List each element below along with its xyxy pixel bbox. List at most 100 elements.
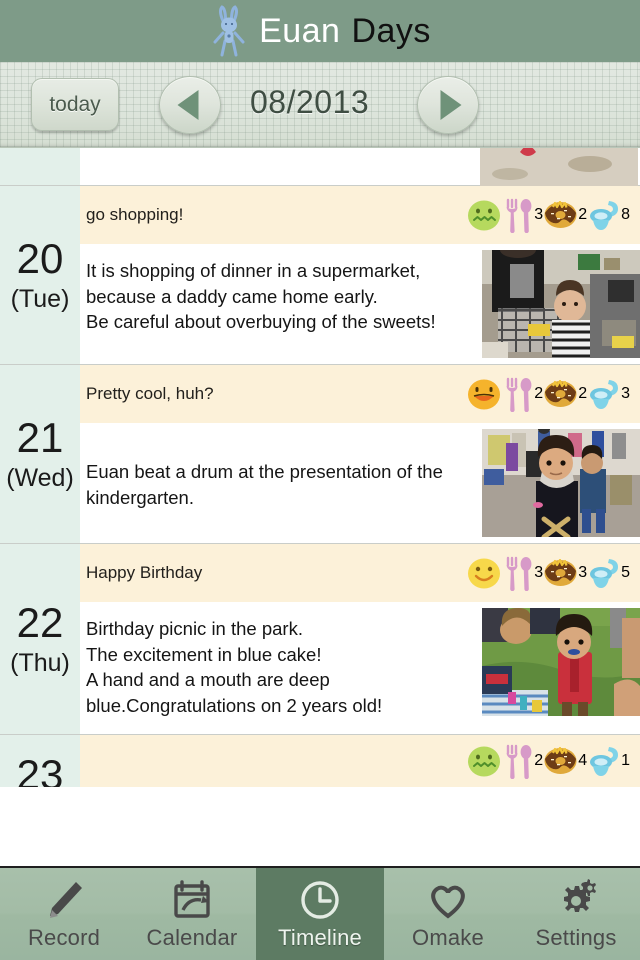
calendar-icon (166, 877, 218, 923)
tab-omake[interactable]: Omake (384, 868, 512, 960)
toilet-icon (587, 199, 621, 232)
entry-text-line: Euan beat a drum at the presentation of … (86, 461, 443, 482)
month-toolbar: today 08/2013 (0, 62, 640, 148)
tab-settings[interactable]: Settings (512, 868, 640, 960)
next-month-button[interactable] (417, 76, 479, 134)
entry-title: Happy Birthday (86, 563, 203, 582)
snack-count: 3 (578, 564, 588, 581)
entry-summary-bar[interactable]: 2 4 1 (80, 735, 640, 787)
meal-count: 2 (534, 385, 544, 402)
entry-text: It is shopping of dinner in a supermarke… (80, 244, 480, 364)
tab-label: Settings (535, 925, 617, 950)
entry-title: Pretty cool, huh? (86, 384, 214, 403)
donut-icon (543, 558, 578, 587)
today-button[interactable]: today (31, 78, 119, 131)
entry-text-line: kindergarten. (86, 486, 194, 508)
toilet-count: 5 (621, 564, 630, 581)
date-day-of-week: (Wed) (6, 464, 74, 492)
mood-face-icon (466, 745, 502, 778)
birthday-picnic-photo[interactable] (482, 608, 640, 716)
app-title: Euan Days (259, 12, 431, 51)
tab-label: Omake (412, 925, 484, 950)
toilet-count: 8 (621, 206, 630, 223)
partial-next-entry[interactable]: 23 2 4 1 (0, 735, 640, 787)
entry-content: Happy Birthday 3 3 5 Birthday picnic in … (80, 544, 640, 734)
entry-photo-wrap (480, 423, 640, 543)
entry-summary-bar[interactable]: Pretty cool, huh? 2 2 3 (80, 365, 640, 423)
date-column (0, 148, 80, 185)
snack-count: 4 (578, 752, 588, 769)
entry-detail: It is shopping of dinner in a supermarke… (80, 244, 640, 364)
meal-count: 2 (534, 752, 544, 769)
entry-text-line: blue.Congratulations on 2 years old! (86, 694, 383, 716)
supermarket-cart-photo[interactable] (482, 250, 640, 358)
tab-calendar[interactable]: Calendar (128, 868, 256, 960)
date-column: 23 (0, 735, 80, 787)
title-bar: Euan Days (0, 0, 640, 62)
meal-count: 3 (534, 564, 544, 581)
mood-face-icon (466, 378, 502, 411)
left-triangle-icon (177, 90, 199, 120)
donut-icon (543, 746, 578, 775)
entry-title: go shopping! (86, 205, 184, 224)
fork-spoon-icon (503, 377, 534, 412)
date-day-number: 23 (16, 751, 64, 788)
tab-timeline[interactable]: Timeline (256, 868, 384, 960)
gears-icon (550, 877, 602, 923)
rabbit-icon (209, 5, 249, 57)
entry-stats: 3 3 5 (466, 556, 634, 591)
toilet-count: 3 (621, 385, 630, 402)
timeline-entry[interactable]: 21 (Wed) Pretty cool, huh? 2 2 3 Euan be… (0, 365, 640, 544)
clock-icon (294, 877, 346, 923)
date-column: 21 (Wed) (0, 365, 80, 543)
tab-label: Calendar (146, 925, 238, 950)
toilet-icon (587, 557, 621, 590)
beach-photo[interactable] (480, 148, 638, 190)
snack-count: 2 (578, 206, 588, 223)
fork-spoon-icon (503, 744, 534, 779)
child-name: Euan (259, 11, 341, 50)
tab-bar: Record Calendar Timeline Omake Settings (0, 866, 640, 960)
toilet-icon (587, 745, 621, 778)
app-name: Days (351, 11, 431, 50)
entry-stats: 3 2 8 (466, 198, 634, 233)
date-day-number: 21 (16, 414, 64, 461)
toilet-count: 1 (621, 752, 630, 769)
timeline-list[interactable]: 20 (Tue) go shopping! 3 2 8 It is shoppi… (0, 148, 640, 866)
partial-previous-entry[interactable] (0, 148, 640, 190)
timeline-entry[interactable]: 20 (Tue) go shopping! 3 2 8 It is shoppi… (0, 186, 640, 365)
entry-detail: Birthday picnic in the park. The excitem… (80, 602, 640, 734)
kindergarten-drum-photo[interactable] (482, 429, 640, 537)
entry-content: Pretty cool, huh? 2 2 3 Euan beat a drum… (80, 365, 640, 543)
timeline-entry[interactable]: 22 (Thu) Happy Birthday 3 3 5 Birthday p… (0, 544, 640, 735)
fork-spoon-icon (503, 556, 534, 591)
entry-text-line: It is shopping of dinner in a supermarke… (86, 260, 421, 281)
app-screen: Euan Days today 08/2013 20 (Tue) go shop… (0, 0, 640, 960)
date-day-of-week: (Tue) (10, 285, 70, 313)
tab-record[interactable]: Record (0, 868, 128, 960)
prev-month-button[interactable] (159, 76, 221, 134)
entry-content: 2 4 1 (80, 735, 640, 787)
tab-label: Timeline (278, 925, 362, 950)
entry-text-line: Birthday picnic in the park. (86, 618, 303, 639)
meal-count: 3 (534, 206, 544, 223)
entry-photo-wrap (480, 244, 640, 364)
entry-summary-bar[interactable]: go shopping! 3 2 8 (80, 186, 640, 244)
entry-detail: Euan beat a drum at the presentation of … (80, 423, 640, 543)
entry-stats: 2 4 1 (466, 744, 634, 779)
entry-body (80, 148, 640, 190)
mood-face-icon (466, 557, 502, 590)
donut-icon (543, 200, 578, 229)
donut-icon (543, 379, 578, 408)
current-month-label: 08/2013 (250, 84, 370, 120)
date-column: 22 (Thu) (0, 544, 80, 734)
heart-icon (422, 877, 474, 923)
date-day-of-week: (Thu) (10, 649, 70, 677)
snack-count: 2 (578, 385, 588, 402)
entry-summary-bar[interactable]: Happy Birthday 3 3 5 (80, 544, 640, 602)
date-column: 20 (Tue) (0, 186, 80, 364)
pencil-icon (38, 877, 90, 923)
right-triangle-icon (440, 90, 462, 120)
date-day-number: 22 (16, 599, 64, 646)
entry-text-line: A hand and a mouth are deep (86, 669, 330, 690)
